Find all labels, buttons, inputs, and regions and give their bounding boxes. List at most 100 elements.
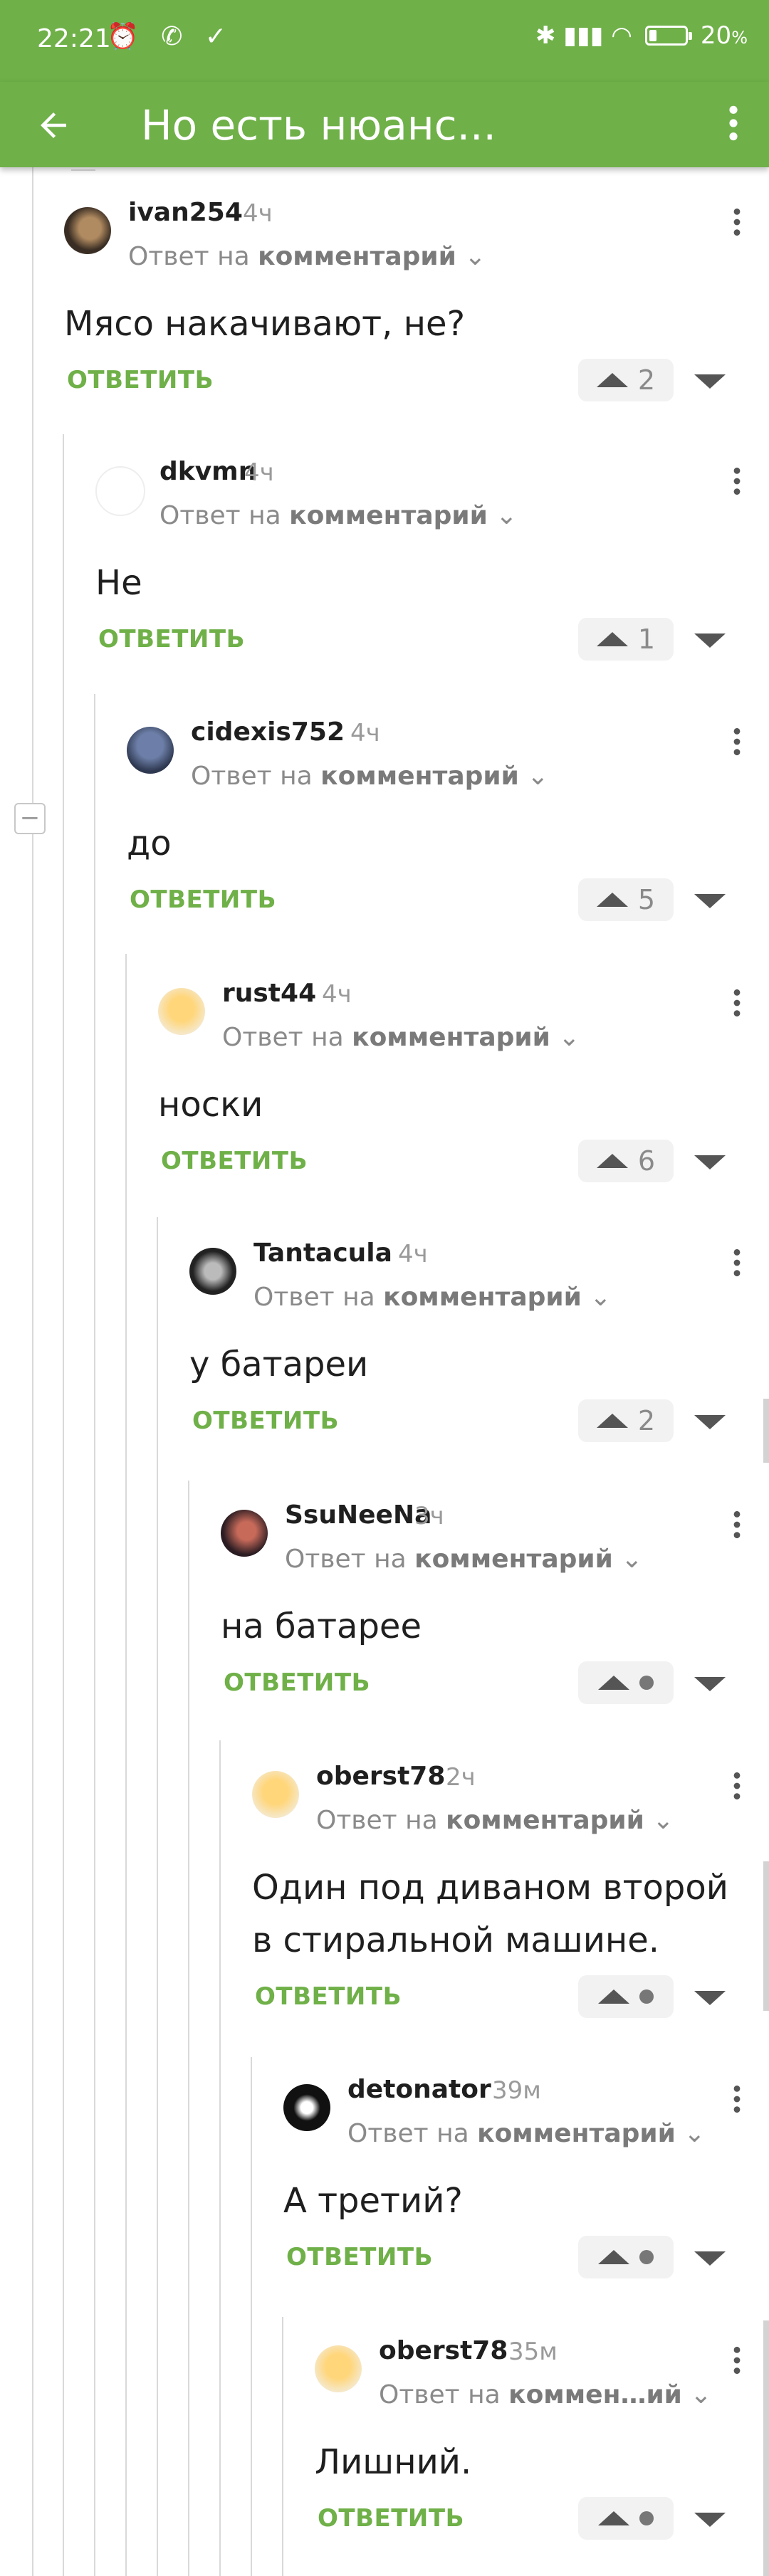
reply-to-link[interactable]: Ответ на комментарий ⌄ (222, 1023, 580, 1052)
chevron-down-icon: ⌄ (464, 242, 486, 271)
reply-button[interactable]: ОТВЕТИТЬ (161, 1147, 308, 1175)
reply-to-link[interactable]: Ответ на комментарий ⌄ (191, 762, 548, 791)
comment-text: до (127, 824, 172, 863)
upvote-icon[interactable] (596, 1414, 628, 1428)
comment-author[interactable]: dkvmn (159, 457, 256, 486)
downvote-icon[interactable] (694, 1991, 726, 2005)
comment-author[interactable]: rust44 (222, 979, 316, 1008)
avatar[interactable] (221, 1510, 268, 1557)
reply-to-link[interactable]: Ответ на коммен…ий ⌄ (379, 2380, 712, 2409)
chevron-down-icon: ⌄ (496, 501, 518, 530)
thread-line (71, 169, 95, 171)
downvote-icon[interactable] (694, 1155, 726, 1169)
comment-author[interactable]: oberst78 (316, 1762, 445, 1791)
more-vertical-icon[interactable] (732, 726, 742, 766)
reply-button[interactable]: ОТВЕТИТЬ (255, 1982, 402, 2011)
reply-button[interactable]: ОТВЕТИТЬ (286, 2243, 433, 2271)
app-bar: Но есть нюанс... (0, 82, 769, 167)
upvote-icon[interactable] (596, 1154, 628, 1168)
avatar[interactable] (189, 1248, 236, 1295)
thread-line (94, 694, 95, 2576)
vote-panel (578, 1661, 674, 1704)
comment-time: 4ч (398, 1240, 428, 1268)
avatar[interactable] (158, 988, 205, 1035)
comment-score: 5 (637, 884, 656, 915)
reply-button[interactable]: ОТВЕТИТЬ (67, 366, 214, 394)
scrollbar[interactable] (763, 1399, 769, 1463)
comment-author[interactable]: Tantacula (253, 1239, 392, 1268)
scrollbar[interactable] (763, 1861, 769, 2011)
downvote-icon[interactable] (694, 2251, 726, 2266)
comment-author[interactable]: SsuNeeNa (285, 1500, 431, 1530)
comment-time: 4ч (243, 199, 273, 228)
comment-score: 6 (637, 1145, 656, 1177)
back-arrow-icon[interactable] (34, 96, 73, 159)
upvote-icon[interactable] (598, 2511, 629, 2525)
reply-button[interactable]: ОТВЕТИТЬ (318, 2504, 464, 2533)
comment-text: у батареи (189, 1345, 369, 1384)
reply-to-link[interactable]: Ответ на комментарий ⌄ (347, 2119, 705, 2148)
collapse-thread-button[interactable]: − (14, 803, 46, 834)
vote-panel: 1 (578, 618, 674, 661)
thread-line (282, 2317, 283, 2576)
upvote-icon[interactable] (596, 632, 628, 646)
avatar[interactable] (127, 727, 174, 774)
comment-score: 2 (637, 364, 656, 396)
reply-button[interactable]: ОТВЕТИТЬ (224, 1668, 370, 1697)
upvote-icon[interactable] (598, 1989, 629, 2004)
more-vertical-icon[interactable] (732, 2083, 742, 2123)
reply-to-link[interactable]: Ответ на комментарий ⌄ (159, 501, 517, 530)
downvote-icon[interactable] (694, 1677, 726, 1691)
avatar[interactable] (283, 2084, 330, 2131)
more-vertical-icon[interactable] (732, 1247, 742, 1287)
score-hidden-dot (639, 2511, 654, 2525)
reply-button[interactable]: ОТВЕТИТЬ (130, 885, 276, 914)
comment-time: 39м (492, 2076, 541, 2105)
avatar[interactable] (64, 207, 111, 254)
downvote-icon[interactable] (694, 894, 726, 908)
vote-panel: 6 (578, 1140, 674, 1182)
more-vertical-icon[interactable] (732, 1509, 742, 1549)
chevron-down-icon: ⌄ (652, 1806, 674, 1835)
downvote-icon[interactable] (694, 374, 726, 389)
avatar[interactable] (315, 2345, 362, 2392)
downvote-icon[interactable] (694, 634, 726, 648)
reply-button[interactable]: ОТВЕТИТЬ (98, 625, 245, 653)
comment-time: 2ч (446, 1763, 476, 1792)
reply-button[interactable]: ОТВЕТИТЬ (192, 1407, 339, 1435)
upvote-icon[interactable] (596, 373, 628, 387)
thread-line (125, 954, 127, 2576)
comment-author[interactable]: detonator (347, 2075, 491, 2104)
comment-score: 1 (637, 624, 656, 655)
thread-line (32, 167, 33, 2576)
vote-panel: 2 (578, 1399, 674, 1442)
more-vertical-icon[interactable] (732, 206, 742, 246)
comment-author[interactable]: cidexis752 (191, 717, 345, 747)
scrollbar[interactable] (763, 2320, 769, 2576)
reply-to-link[interactable]: Ответ на комментарий ⌄ (316, 1806, 674, 1835)
comment-time: 4ч (350, 719, 380, 747)
comment-author[interactable]: oberst78 (379, 2336, 508, 2365)
avatar[interactable] (252, 1771, 299, 1818)
upvote-icon[interactable] (598, 2250, 629, 2264)
more-vertical-icon[interactable] (732, 1770, 742, 1810)
reply-to-link[interactable]: Ответ на комментарий ⌄ (128, 242, 486, 271)
chevron-down-icon: ⌄ (621, 1545, 643, 1574)
comment-author[interactable]: ivan254 (128, 198, 243, 227)
chevron-down-icon: ⌄ (527, 762, 549, 791)
upvote-icon[interactable] (598, 1676, 629, 1690)
upvote-icon[interactable] (596, 893, 628, 907)
downvote-icon[interactable] (694, 1415, 726, 1429)
battery-percent: 20% (700, 21, 748, 50)
more-vertical-icon[interactable] (732, 466, 742, 505)
more-vertical-icon[interactable] (732, 987, 742, 1027)
reply-to-link[interactable]: Ответ на комментарий ⌄ (285, 1545, 642, 1574)
downvote-icon[interactable] (694, 2513, 726, 2527)
reply-to-link[interactable]: Ответ на комментарий ⌄ (253, 1283, 611, 1312)
comment-text: А третий? (283, 2181, 463, 2221)
avatar[interactable] (95, 466, 145, 516)
thread-line (63, 434, 64, 2576)
more-vertical-icon[interactable] (726, 95, 741, 159)
comment-text: Не (95, 563, 142, 603)
more-vertical-icon[interactable] (732, 2345, 742, 2385)
